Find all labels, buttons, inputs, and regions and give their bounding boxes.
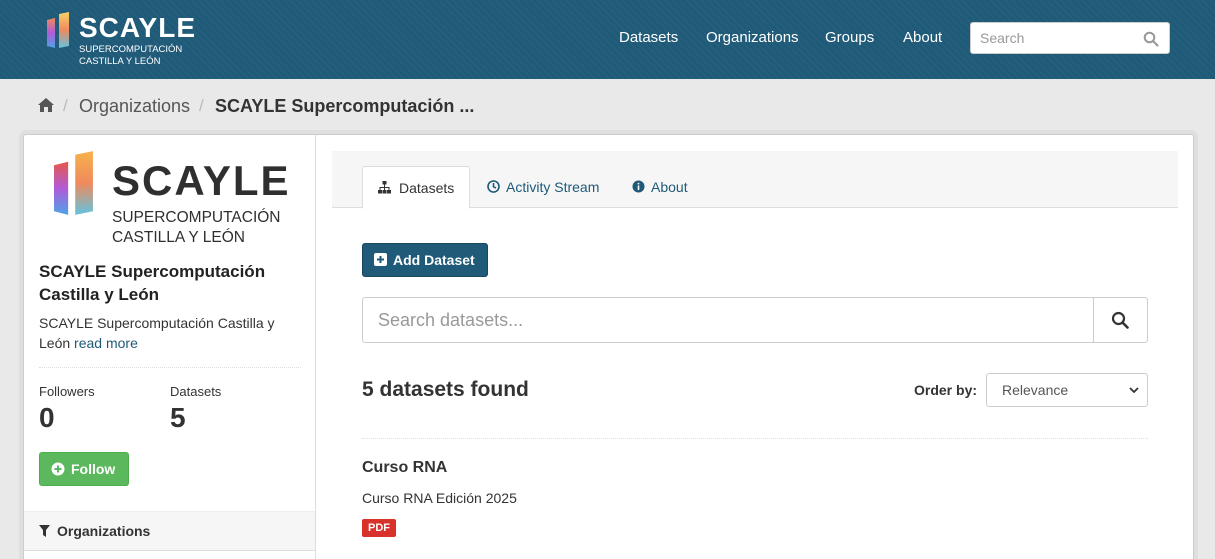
plus-square-icon [374, 253, 387, 266]
order-by-label: Order by: [914, 382, 978, 398]
datasets-count: 5 [170, 402, 186, 433]
content-tabs: Datasets Activity Stream About [332, 151, 1178, 209]
logo-subtitle-2: CASTILLA Y LEÓN [79, 56, 161, 67]
nav-datasets[interactable]: Datasets [619, 29, 678, 47]
dataset-search-button[interactable] [1093, 298, 1147, 342]
organization-sidebar: SCAYLE SUPERCOMPUTACIÓN CASTILLA Y LEÓN … [24, 135, 316, 559]
home-icon[interactable] [37, 97, 55, 113]
tab-datasets[interactable]: Datasets [362, 166, 470, 209]
sitemap-icon [378, 181, 391, 194]
masthead: SCAYLE SUPERCOMPUTACIÓN CASTILLA Y LEÓN … [0, 0, 1215, 79]
follow-button-label: Follow [71, 461, 116, 477]
organizations-facet-heading[interactable]: Organizations [24, 511, 315, 551]
breadcrumb-separator: / [63, 96, 68, 115]
tab-about-label: About [651, 179, 688, 195]
search-icon [1111, 311, 1129, 329]
order-by-value: Relevance [1002, 382, 1069, 398]
add-dataset-label: Add Dataset [393, 252, 475, 268]
logo-brand-text: SCAYLE [79, 12, 197, 43]
tab-activity-stream[interactable]: Activity Stream [487, 166, 599, 209]
org-logo-subtitle-1: SUPERCOMPUTACIÓN [112, 209, 281, 226]
organization-description: SCAYLE Supercomputación Castilla y León … [39, 313, 304, 353]
dataset-notes: Curso RNA Edición 2025 [362, 490, 517, 506]
search-icon[interactable] [1143, 31, 1159, 47]
site-logo[interactable]: SCAYLE SUPERCOMPUTACIÓN CASTILLA Y LEÓN [44, 11, 197, 69]
tab-datasets-label: Datasets [399, 180, 455, 196]
dataset-title-link[interactable]: Curso RNA [362, 459, 447, 477]
nav-about[interactable]: About [903, 29, 942, 47]
nav-groups[interactable]: Groups [825, 29, 874, 47]
chevron-down-icon [1129, 387, 1139, 394]
primary-content: Datasets Activity Stream About Add Datas… [332, 151, 1178, 559]
datasets-label: Datasets [170, 384, 222, 399]
follow-button[interactable]: Follow [39, 452, 129, 486]
organization-logo[interactable]: SCAYLE SUPERCOMPUTACIÓN CASTILLA Y LEÓN [54, 151, 289, 249]
tab-activity-stream-label: Activity Stream [506, 179, 600, 195]
org-logo-brand: SCAYLE [112, 157, 291, 204]
format-badge-pdf[interactable]: PDF [362, 519, 396, 537]
dataset-search-input[interactable] [378, 309, 1068, 331]
info-circle-icon [632, 180, 645, 193]
scayle-logo-bars-icon [54, 151, 93, 215]
order-by-select[interactable]: Relevance [986, 373, 1148, 407]
site-search [970, 22, 1170, 54]
org-logo-subtitle-2: CASTILLA Y LEÓN [112, 229, 245, 246]
breadcrumb-separator: / [199, 96, 204, 115]
nav-organizations[interactable]: Organizations [706, 29, 799, 47]
site-search-input[interactable] [980, 29, 1140, 47]
tab-about[interactable]: About [632, 166, 688, 209]
clock-icon [487, 180, 500, 193]
facet-heading-label: Organizations [57, 523, 151, 539]
sidebar-divider [39, 367, 301, 368]
logo-subtitle-1: SUPERCOMPUTACIÓN [79, 44, 183, 55]
filter-icon [39, 525, 50, 537]
results-count: 5 datasets found [362, 378, 529, 401]
scayle-logo-bars-icon [47, 12, 69, 48]
followers-count: 0 [39, 402, 55, 433]
breadcrumb-current[interactable]: SCAYLE Supercomputación ... [215, 94, 474, 118]
results-divider [362, 438, 1148, 439]
followers-label: Followers [39, 384, 95, 399]
organization-title: SCAYLE Supercomputación Castilla y León [39, 262, 266, 304]
breadcrumb-organizations-link[interactable]: Organizations [79, 94, 190, 118]
main-wrapper: SCAYLE SUPERCOMPUTACIÓN CASTILLA Y LEÓN … [23, 134, 1194, 559]
add-dataset-button[interactable]: Add Dataset [362, 243, 488, 277]
dataset-search [362, 297, 1148, 343]
plus-circle-icon [51, 462, 65, 476]
read-more-link[interactable]: read more [74, 335, 138, 351]
